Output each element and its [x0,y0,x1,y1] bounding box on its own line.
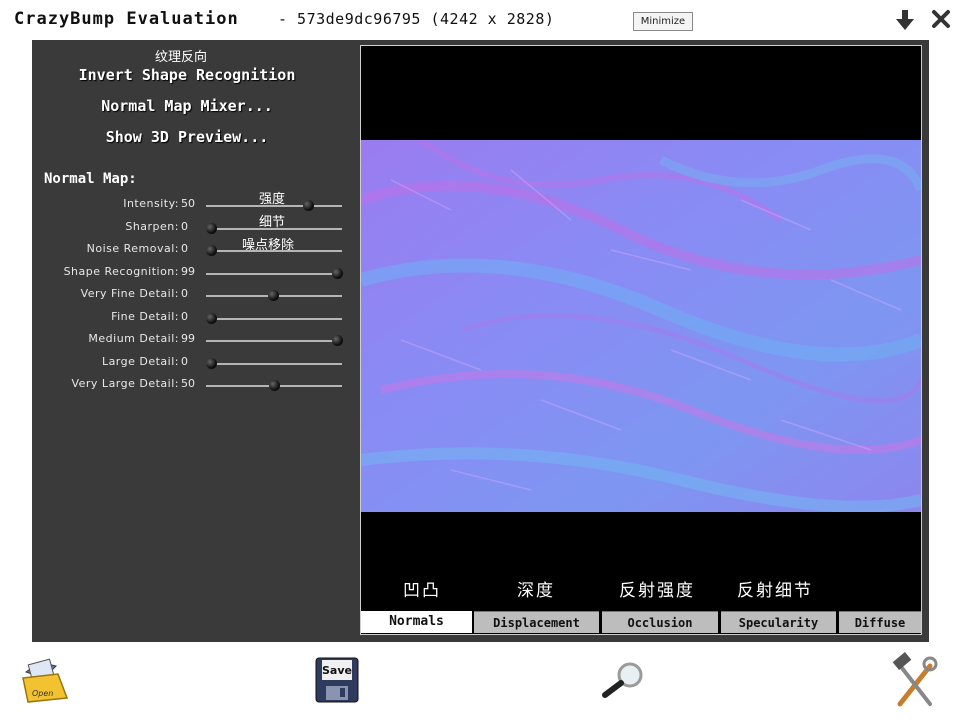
slider-value: 50 [181,197,195,210]
slider-track[interactable] [206,362,342,365]
slider-track[interactable] [206,272,342,275]
slider-label: Very Fine Detail: [80,287,179,300]
slider-track[interactable] [206,227,342,230]
save-label: Save [322,664,352,677]
slider-label: Medium Detail: [88,332,179,345]
invert-shape-recognition-button[interactable]: Invert Shape Recognition [32,66,342,84]
slider-knob[interactable] [206,357,218,369]
slider-row: Large Detail: 0 [32,353,357,375]
slider-label: Fine Detail: [111,309,179,323]
slider-knob[interactable] [331,267,343,279]
slider-track[interactable] [206,250,342,252]
slider-knob[interactable] [206,245,218,256]
open-folder-icon[interactable]: Open [20,654,70,704]
tab-specularity[interactable]: Specularity [721,611,836,633]
slider-row: Noise Removal: 0 [32,240,357,262]
slider-row: Medium Detail: 99 [32,330,357,352]
normal-map-section-title: Normal Map: [44,171,137,187]
slider-label: Intensity: [123,197,179,210]
slider-row: Fine Detail: 0 [32,308,357,330]
occlusion-cn-caption: 反射强度 [619,581,695,601]
save-disk-icon[interactable]: Save [314,656,360,704]
slider-value: 99 [181,332,195,345]
file-info: - 573de9dc96795 (4242 x 2828) [278,10,555,28]
tab-normals[interactable]: Normals [361,611,472,633]
slider-knob[interactable] [269,380,280,391]
slider-label: Very Large Detail: [71,377,179,390]
settings-sidebar: 纹理反向 Invert Shape Recognition Normal Map… [32,40,357,642]
slider-label: Large Detail: [101,354,179,368]
tab-displacement[interactable]: Displacement [474,611,599,633]
specularity-cn-caption: 反射细节 [737,581,813,601]
slider-value: 0 [181,287,188,300]
tools-icon[interactable] [892,652,940,708]
close-icon[interactable] [930,8,952,30]
slider-value: 0 [181,354,188,368]
slider-track[interactable] [206,340,342,342]
open-label: Open [32,689,53,698]
invert-cn-label: 纹理反向 [155,50,208,65]
main-panel: 纹理反向 Invert Shape Recognition Normal Map… [32,40,929,642]
slider-row: Very Fine Detail: 0 [32,285,357,307]
slider-track[interactable] [206,205,342,207]
slider-knob[interactable] [206,222,218,234]
slider-row: Intensity: 50 [32,195,357,217]
slider-row: Very Large Detail: 50 [32,375,357,397]
tab-occlusion[interactable]: Occlusion [602,611,718,633]
slider-label: Shape Recognition: [63,264,179,278]
slider-label: Noise Removal: [86,242,179,255]
slider-knob[interactable] [206,312,218,324]
magnifier-icon[interactable] [600,660,648,700]
slider-knob[interactable] [267,290,279,301]
slider-value: 0 [181,309,188,323]
bottom-toolbar: Open Save [0,642,960,720]
slider-value: 50 [181,377,195,390]
app-title: CrazyBump Evaluation [14,9,239,29]
slider-row: Sharpen: 0 [32,218,357,240]
slider-value: 0 [181,242,188,255]
tab-diffuse[interactable]: Diffuse [839,611,921,633]
normal-map-texture [361,140,921,512]
download-icon[interactable] [894,8,916,32]
slider-knob[interactable] [303,200,314,211]
slider-value: 99 [181,264,195,278]
slider-track[interactable] [206,317,342,320]
slider-label: Sharpen: [125,219,179,233]
show-3d-preview-button[interactable]: Show 3D Preview... [32,128,342,146]
displacement-cn-caption: 深度 [517,581,555,601]
slider-knob[interactable] [331,335,343,346]
title-bar: CrazyBump Evaluation - 573de9dc96795 (42… [0,0,960,40]
texture-viewer: 凹凸 深度 反射强度 反射细节 Normals Displacement Occ… [360,45,922,635]
slider-value: 0 [181,219,188,233]
slider-row: Shape Recognition: 99 [32,263,357,285]
normals-cn-caption: 凹凸 [403,581,441,601]
normal-map-mixer-button[interactable]: Normal Map Mixer... [32,97,342,115]
minimize-button[interactable]: Minimize [633,12,693,31]
normal-map-preview[interactable] [361,140,921,512]
